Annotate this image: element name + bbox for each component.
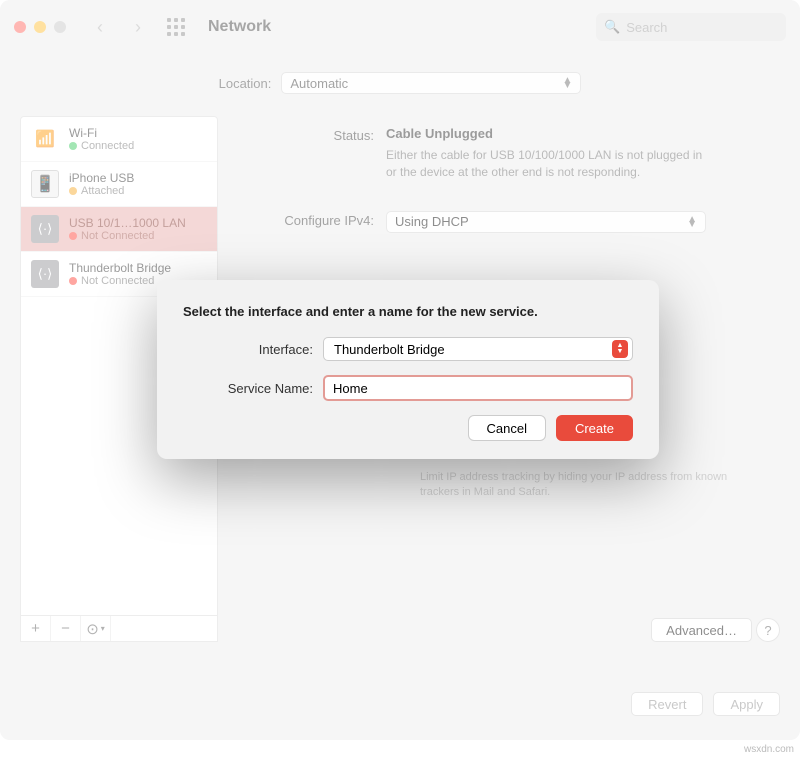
minimize-window-button[interactable] <box>34 21 46 33</box>
grid-icon <box>167 18 185 36</box>
status-dot-icon <box>69 277 77 285</box>
location-value: Automatic <box>290 76 348 91</box>
location-row: Location: Automatic ▲▼ <box>0 54 800 116</box>
service-name-label: Service Name: <box>183 381 323 396</box>
status-dot-icon <box>69 142 77 150</box>
sidebar-item-label: Thunderbolt Bridge <box>69 261 171 275</box>
apply-button[interactable]: Apply <box>713 692 780 716</box>
iphone-icon: 📱 <box>31 170 59 198</box>
window-title: Network <box>208 18 271 36</box>
cancel-button[interactable]: Cancel <box>468 415 546 441</box>
create-button[interactable]: Create <box>556 415 633 441</box>
thunderbolt-icon: ⟨·⟩ <box>31 260 59 288</box>
sheet-title: Select the interface and enter a name fo… <box>183 304 633 319</box>
location-select[interactable]: Automatic ▲▼ <box>281 72 581 94</box>
footer-buttons: Revert Apply <box>631 692 780 716</box>
status-dot-icon <box>69 232 77 240</box>
search-icon: 🔍 <box>604 19 620 35</box>
interface-value: Thunderbolt Bridge <box>334 342 445 357</box>
sidebar-item-usb-lan[interactable]: ⟨·⟩ USB 10/1…1000 LAN Not Connected <box>21 207 217 252</box>
status-label: Status: <box>236 126 386 181</box>
interface-select[interactable]: Thunderbolt Bridge ▲▼ <box>323 337 633 361</box>
sidebar-item-label: USB 10/1…1000 LAN <box>69 216 186 230</box>
search-placeholder: Search <box>626 20 667 35</box>
configure-ipv4-select[interactable]: Using DHCP ▲▼ <box>386 211 706 233</box>
help-button[interactable]: ? <box>756 618 780 642</box>
sidebar-item-label: Wi-Fi <box>69 126 134 140</box>
revert-button[interactable]: Revert <box>631 692 703 716</box>
forward-button[interactable]: › <box>124 13 152 41</box>
service-name-input[interactable] <box>323 375 633 401</box>
sidebar-item-label: iPhone USB <box>69 171 134 185</box>
chevron-updown-icon: ▲▼ <box>687 217 697 227</box>
new-service-sheet: Select the interface and enter a name fo… <box>157 280 659 459</box>
advanced-button[interactable]: Advanced… <box>651 618 752 642</box>
status-description: Either the cable for USB 10/100/1000 LAN… <box>386 147 706 181</box>
close-window-button[interactable] <box>14 21 26 33</box>
add-service-button[interactable]: + <box>21 616 51 641</box>
zoom-window-button[interactable] <box>54 21 66 33</box>
watermark: wsxdn.com <box>744 744 794 755</box>
configure-ipv4-label: Configure IPv4: <box>236 211 386 233</box>
service-menu-button[interactable]: ⊙▾ <box>81 616 111 641</box>
location-label: Location: <box>219 76 272 91</box>
status-value: Cable Unplugged <box>386 126 772 141</box>
ethernet-icon: ⟨·⟩ <box>31 215 59 243</box>
toolbar: ‹ › Network 🔍 Search <box>0 0 800 54</box>
sidebar-item-iphone-usb[interactable]: 📱 iPhone USB Attached <box>21 162 217 207</box>
show-all-button[interactable] <box>162 13 190 41</box>
status-dot-icon <box>69 187 77 195</box>
back-button[interactable]: ‹ <box>86 13 114 41</box>
window-controls <box>14 21 66 33</box>
remove-service-button[interactable]: − <box>51 616 81 641</box>
sidebar-toolbar: + − ⊙▾ <box>20 616 218 642</box>
chevron-updown-icon: ▲▼ <box>562 78 572 88</box>
sidebar-item-wifi[interactable]: 📶 Wi-Fi Connected <box>21 117 217 162</box>
chevron-updown-icon: ▲▼ <box>612 340 628 358</box>
search-field[interactable]: 🔍 Search <box>596 13 786 41</box>
tracker-description: Limit IP address tracking by hiding your… <box>420 470 740 501</box>
interface-label: Interface: <box>183 342 323 357</box>
wifi-icon: 📶 <box>31 125 59 153</box>
